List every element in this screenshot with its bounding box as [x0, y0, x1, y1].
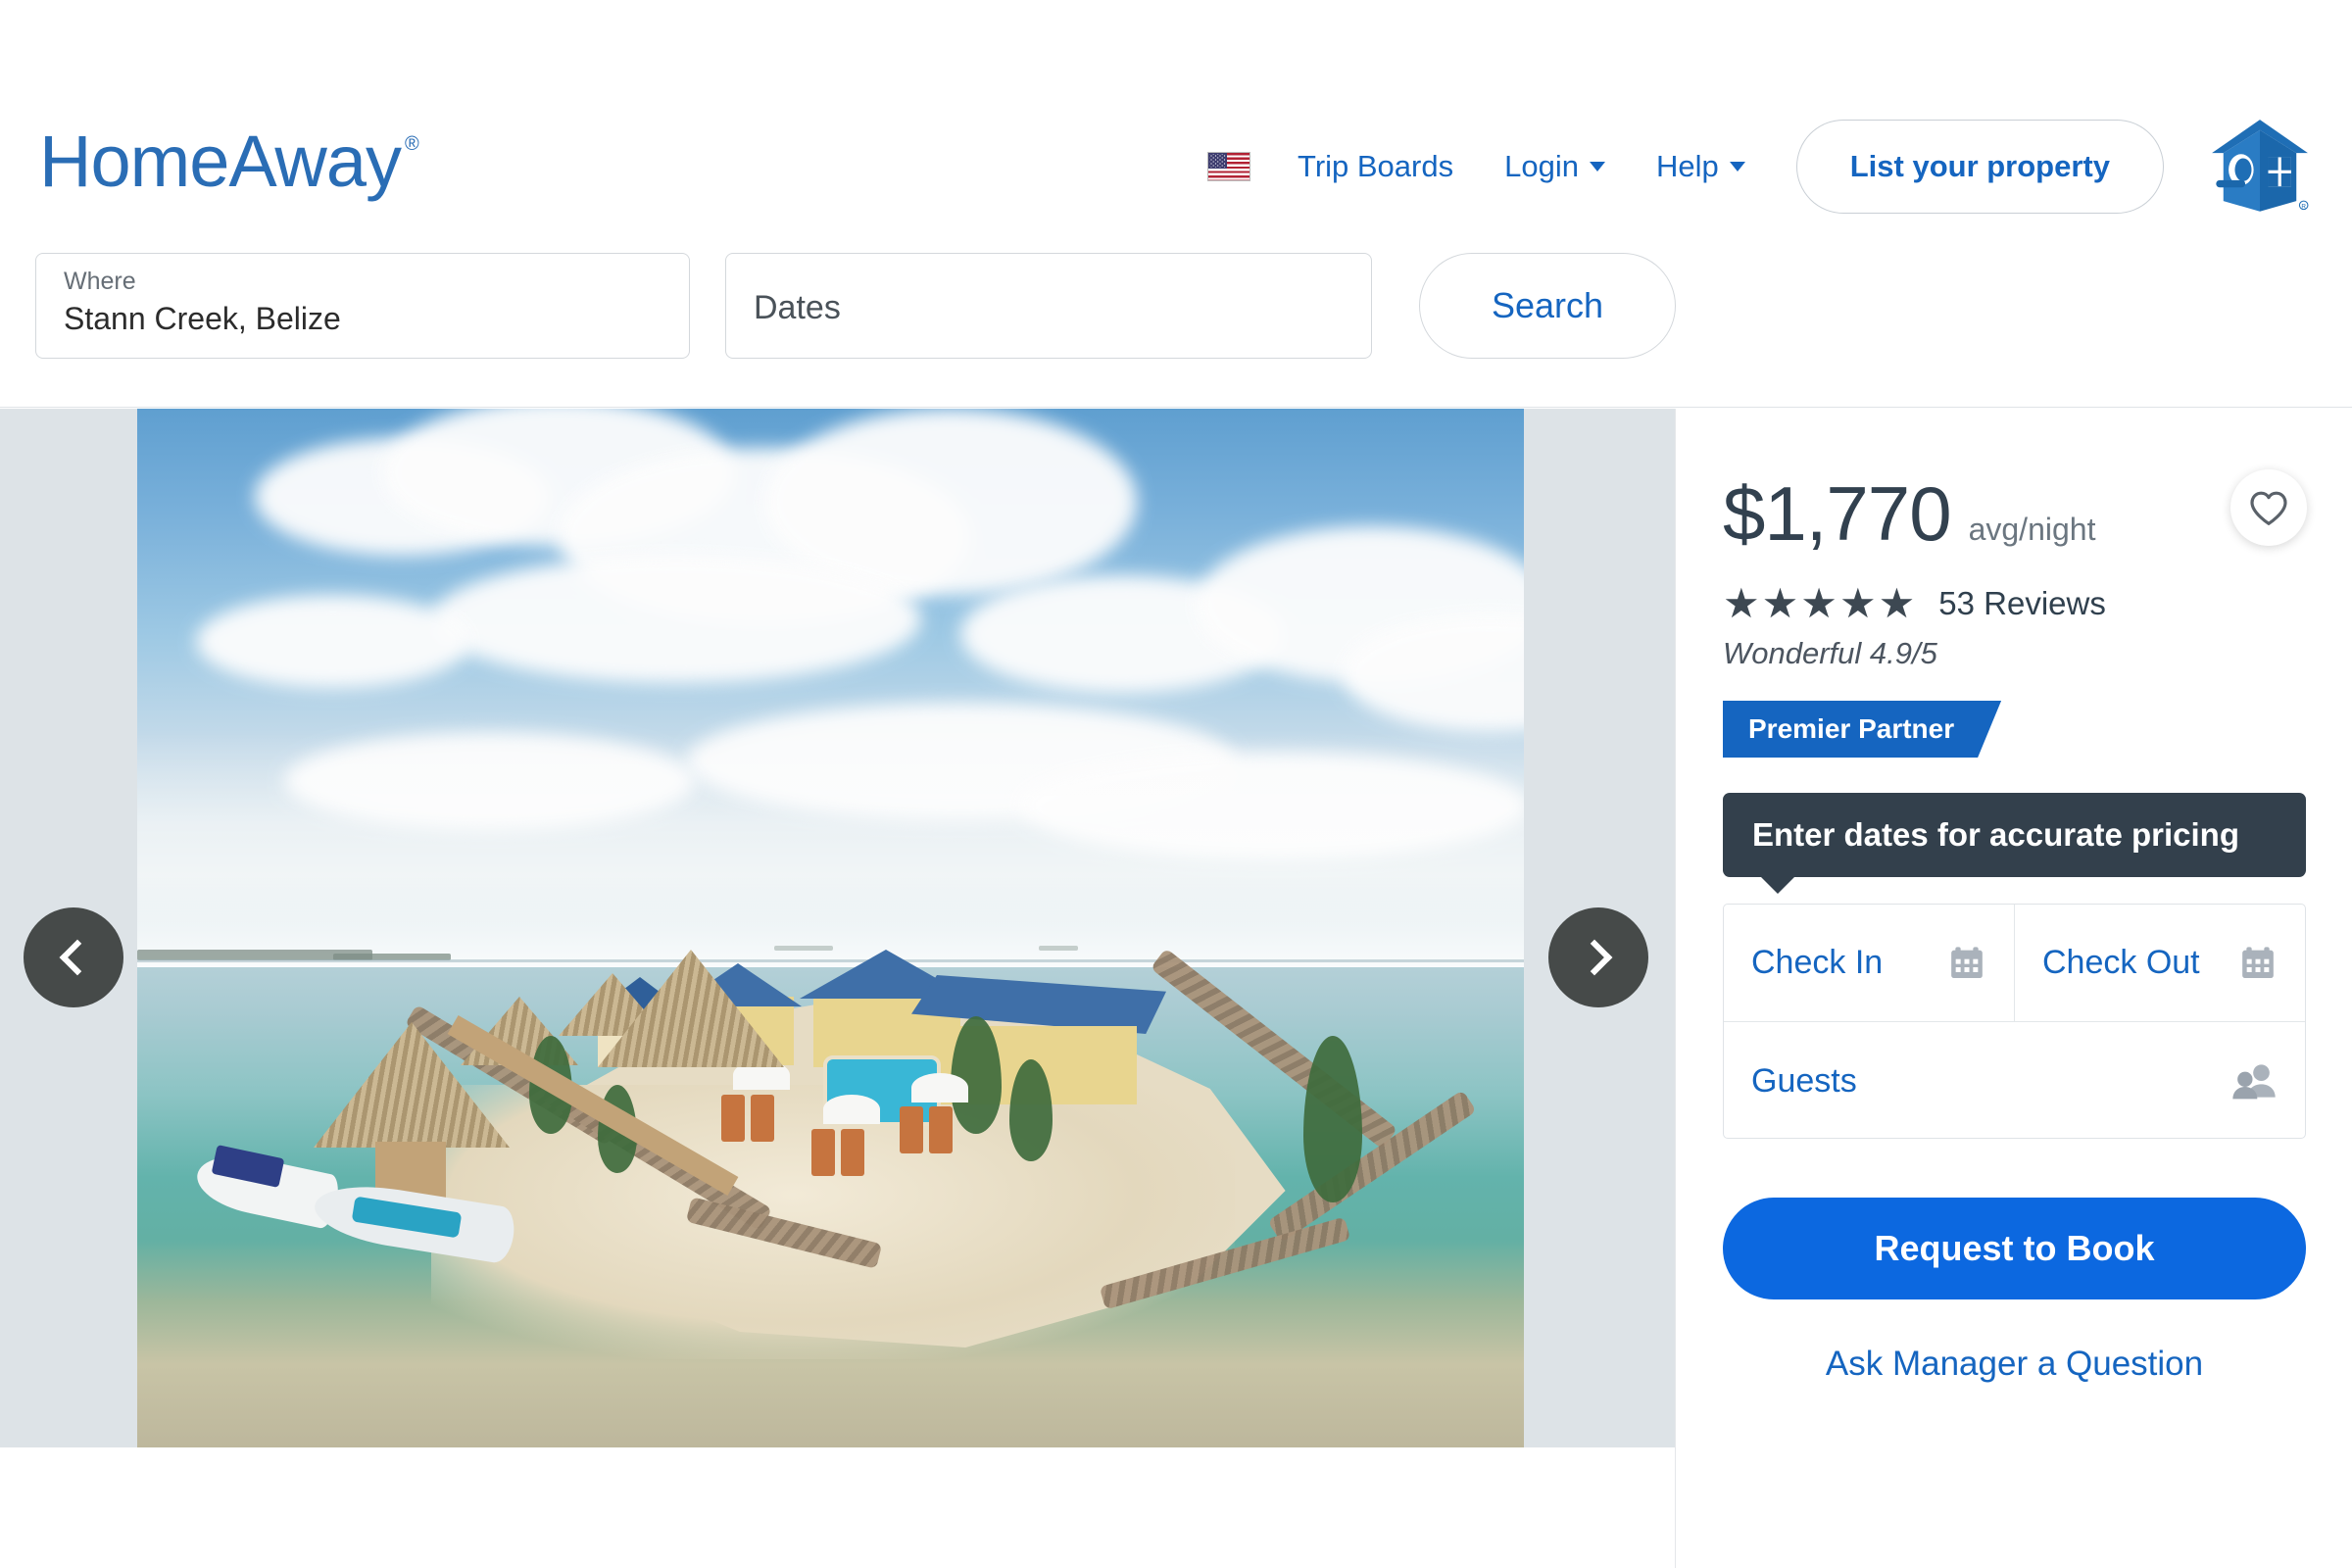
guests-field[interactable]: Guests: [1724, 1022, 2305, 1140]
pricing-tooltip-label: Enter dates for accurate pricing: [1752, 816, 2239, 853]
list-your-property-button[interactable]: List your property: [1795, 120, 2164, 214]
list-your-property-label: List your property: [1849, 149, 2110, 183]
chevron-right-icon: [1576, 939, 1613, 976]
site-header: HomeAway ® Trip Boards Login Help List y…: [0, 0, 2352, 408]
price-amount: $1,770: [1723, 470, 1952, 557]
check-out-label: Check Out: [2042, 944, 2200, 981]
rating-summary: Wonderful 4.9/5: [1723, 636, 1937, 670]
dates-placeholder: Dates: [754, 289, 841, 326]
check-in-label: Check In: [1751, 944, 1884, 981]
star-rating-icon: ★★★★★: [1723, 580, 1918, 626]
flag-canton: [1208, 153, 1228, 169]
search-bar: Where Stann Creek, Belize Dates Search: [35, 253, 1676, 359]
brand-name: HomeAway: [39, 121, 402, 202]
booking-panel: $1,770 avg/night ★★★★★ 53 Reviews Wonder…: [1675, 409, 2352, 1568]
homeaway-wordmark-logo[interactable]: HomeAway ®: [39, 125, 419, 198]
search-button[interactable]: Search: [1419, 253, 1676, 359]
dates-input[interactable]: Dates: [725, 253, 1372, 359]
favorite-button[interactable]: [2230, 469, 2307, 546]
nav-help[interactable]: Help: [1656, 149, 1745, 184]
check-in-field[interactable]: Check In: [1724, 905, 2015, 1021]
review-count[interactable]: 53 Reviews: [1938, 585, 2106, 622]
where-value: Stann Creek, Belize: [64, 301, 341, 336]
chevron-down-icon: [1729, 162, 1745, 172]
booking-form: Check In Check Out Guests: [1723, 904, 2306, 1139]
us-flag-icon[interactable]: [1207, 152, 1251, 181]
rating-row: ★★★★★ 53 Reviews: [1723, 583, 2106, 624]
chevron-left-icon: [59, 939, 96, 976]
status-badge: Premier Partner: [1723, 701, 2001, 758]
check-out-field[interactable]: Check Out: [2015, 905, 2305, 1021]
dates-row: Check In Check Out: [1724, 905, 2305, 1022]
gallery-next-button[interactable]: [1548, 907, 1648, 1007]
calendar-icon: [2242, 946, 2274, 978]
registered-mark: ®: [405, 133, 419, 155]
nav-trip-boards-label: Trip Boards: [1298, 149, 1454, 183]
price-unit: avg/night: [1968, 512, 2096, 547]
people-icon: [2232, 1064, 2276, 1100]
guests-row: Guests: [1724, 1022, 2305, 1140]
status-badge-label: Premier Partner: [1748, 713, 1955, 744]
homeaway-birdhouse-logo[interactable]: R: [2207, 118, 2313, 216]
nav-login[interactable]: Login: [1504, 149, 1605, 184]
nav-help-label: Help: [1655, 149, 1719, 183]
price-row: $1,770 avg/night: [1723, 469, 2095, 559]
request-to-book-button[interactable]: Request to Book: [1723, 1198, 2306, 1299]
search-button-label: Search: [1491, 285, 1604, 325]
calendar-icon: [1951, 946, 1983, 978]
gallery-prev-button[interactable]: [24, 907, 123, 1007]
nav-login-label: Login: [1504, 149, 1579, 183]
svg-text:R: R: [2301, 204, 2306, 211]
pricing-tooltip: Enter dates for accurate pricing: [1723, 793, 2306, 894]
heart-icon: [2250, 491, 2287, 525]
main-navigation: Trip Boards Login Help List your propert…: [1207, 118, 2313, 216]
photo-gallery: 1 / 25: [0, 409, 1675, 1447]
where-label: Where: [64, 268, 136, 295]
listing-photo[interactable]: [137, 409, 1524, 1447]
ask-manager-link[interactable]: Ask Manager a Question: [1676, 1345, 2352, 1384]
where-input[interactable]: Where Stann Creek, Belize: [35, 253, 690, 359]
guests-label: Guests: [1751, 1061, 1857, 1100]
chevron-down-icon: [1589, 162, 1605, 172]
nav-trip-boards[interactable]: Trip Boards: [1298, 149, 1453, 184]
